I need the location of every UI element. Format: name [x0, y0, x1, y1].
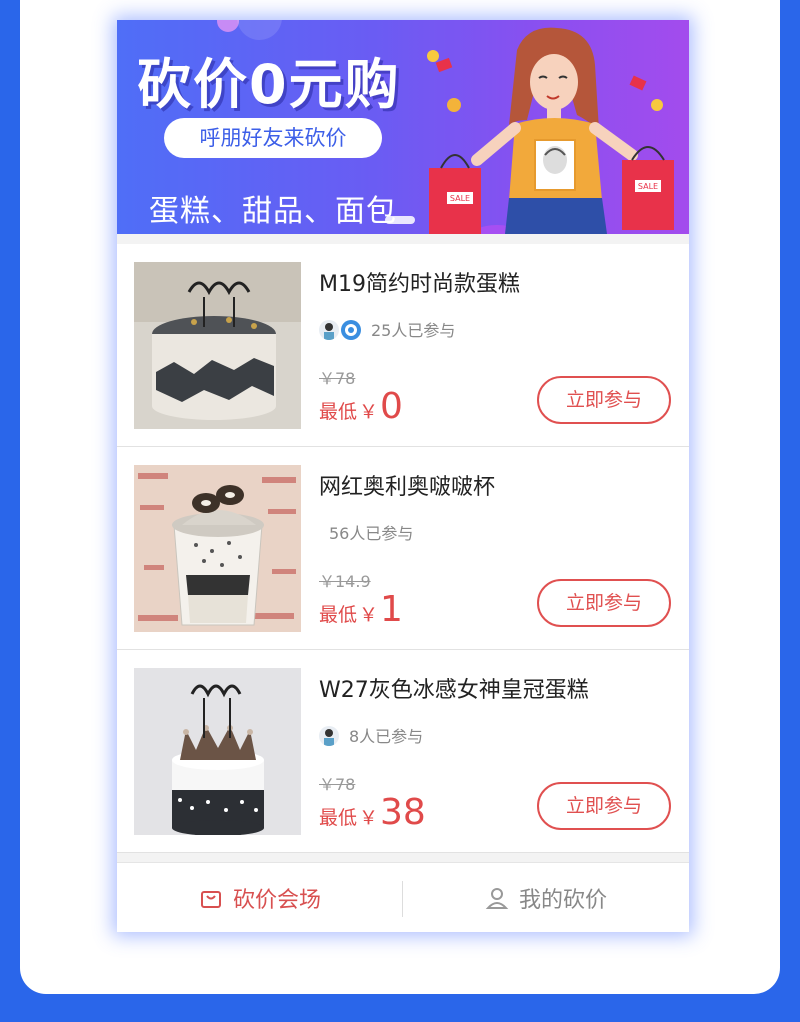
- product-image[interactable]: [134, 668, 301, 835]
- bargain-page: 砍价0元购 呼朋好友来砍价 蛋糕、甜品、面包 SALE SALE M19简约时尚…: [117, 20, 689, 932]
- banner-pill: 呼朋好友来砍价: [164, 118, 382, 158]
- decor-circle: [237, 20, 282, 40]
- shopping-girl-illustration: SALE SALE: [429, 27, 674, 234]
- participant-count: 25人已参与: [371, 321, 456, 340]
- tab-label: 砍价会场: [232, 887, 321, 913]
- bottom-tab-bar: 砍价会场 我的砍价: [117, 862, 689, 932]
- join-button[interactable]: 立即参与: [537, 782, 671, 830]
- tab-my-bargain[interactable]: 我的砍价: [403, 863, 689, 932]
- banner-title: 砍价0元购: [137, 53, 401, 116]
- product-item[interactable]: M19简约时尚款蛋糕 25人已参与 ￥78 最低 ￥0 立即参与: [117, 244, 689, 447]
- product-title[interactable]: W27灰色冰感女神皇冠蛋糕: [319, 672, 589, 704]
- decor-bubble: [217, 20, 239, 32]
- lowest-price: 最低 ￥38: [319, 792, 426, 833]
- tab-bargain-hall[interactable]: 砍价会场: [117, 863, 403, 932]
- product-list: M19简约时尚款蛋糕 25人已参与 ￥78 最低 ￥0 立即参与 网红奥利奥啵啵…: [117, 244, 689, 853]
- product-image[interactable]: [134, 465, 301, 632]
- lowest-label: 最低: [319, 401, 358, 423]
- tab-label: 我的砍价: [518, 887, 607, 913]
- participant-count: 56人已参与: [329, 524, 414, 543]
- tab-divider: [402, 881, 403, 917]
- product-item[interactable]: 网红奥利奥啵啵杯 56人已参与 ￥14.9 最低 ￥1 立即参与: [117, 447, 689, 650]
- shopping-bag-icon: [200, 890, 221, 908]
- cake-image-icon: [134, 262, 301, 429]
- svg-text:SALE: SALE: [450, 194, 470, 203]
- carousel-indicator[interactable]: [385, 216, 415, 224]
- svg-text:SALE: SALE: [638, 182, 658, 191]
- banner-subtitle: 蛋糕、甜品、面包: [149, 194, 397, 229]
- product-image[interactable]: [134, 262, 301, 429]
- participant-count: 8人已参与: [349, 727, 424, 746]
- avatar: [319, 320, 339, 340]
- participant-avatars: [319, 726, 339, 748]
- promo-banner[interactable]: 砍价0元购 呼朋好友来砍价 蛋糕、甜品、面包 SALE SALE: [117, 20, 689, 234]
- participant-avatars: [319, 320, 361, 342]
- product-title[interactable]: M19简约时尚款蛋糕: [319, 266, 520, 298]
- join-button[interactable]: 立即参与: [537, 579, 671, 627]
- product-title[interactable]: 网红奥利奥啵啵杯: [319, 469, 495, 501]
- join-button[interactable]: 立即参与: [537, 376, 671, 424]
- oreo-cup-image-icon: [134, 465, 301, 632]
- lowest-price: 最低 ￥1: [319, 589, 403, 630]
- lowest-label: 最低: [319, 604, 358, 626]
- crown-cake-image-icon: [134, 668, 301, 835]
- currency-symbol: ￥: [359, 604, 379, 626]
- currency-symbol: ￥: [359, 807, 379, 829]
- lowest-price-value: 0: [380, 386, 403, 427]
- lowest-price: 最低 ￥0: [319, 386, 403, 427]
- lowest-label: 最低: [319, 807, 358, 829]
- lowest-price-value: 1: [380, 589, 403, 630]
- product-item[interactable]: W27灰色冰感女神皇冠蛋糕 8人已参与 ￥78 最低 ￥38 立即参与: [117, 650, 689, 853]
- lowest-price-value: 38: [380, 792, 426, 833]
- avatar: [319, 726, 339, 746]
- user-icon: [485, 887, 509, 909]
- avatar: [341, 320, 361, 340]
- currency-symbol: ￥: [359, 401, 379, 423]
